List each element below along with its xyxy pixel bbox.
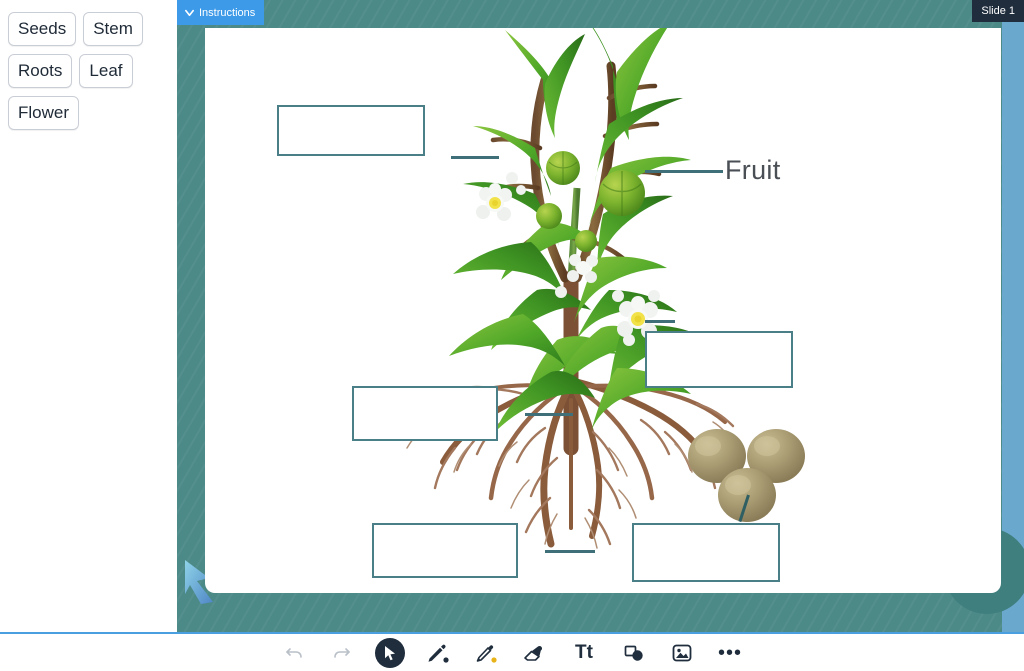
leader-line-bottom-left (545, 550, 595, 553)
leader-line-fruit (645, 170, 723, 173)
slide-stage: Fruit (177, 0, 1024, 632)
word-chip-seeds[interactable]: Seeds (8, 12, 77, 46)
whiteboard-app: Seeds Stem Roots Leaf Flower Fruit Instr… (0, 0, 1024, 671)
word-bank-row: Roots Leaf (8, 54, 169, 88)
shapes-tool[interactable] (619, 638, 649, 668)
pen-icon (428, 644, 449, 663)
slide-canvas[interactable]: Fruit (205, 28, 1001, 593)
label-text-fruit[interactable]: Fruit (725, 155, 781, 186)
label-box-bottom-right[interactable] (632, 523, 780, 582)
redo-icon (334, 647, 350, 658)
drawing-toolbar: Tt ••• (0, 634, 1024, 671)
undo-icon (286, 647, 302, 658)
instructions-tab[interactable]: Instructions (177, 0, 265, 25)
word-bank-row: Flower (8, 96, 169, 130)
leader-line-middle-left (525, 413, 573, 416)
shapes-icon (624, 645, 643, 661)
text-tool-label: Tt (575, 642, 593, 663)
pen-tool[interactable] (423, 638, 453, 668)
word-bank-row: Seeds Stem (8, 12, 169, 46)
more-tools-button[interactable]: ••• (715, 638, 745, 668)
instructions-tab-label: Instructions (199, 6, 256, 19)
word-chip-roots[interactable]: Roots (8, 54, 73, 88)
label-box-middle-left[interactable] (352, 386, 498, 441)
eraser-tool[interactable] (519, 638, 549, 668)
cursor-icon (385, 645, 395, 660)
chevron-down-icon (185, 9, 194, 17)
label-box-top-left[interactable] (277, 105, 425, 156)
slide-number-badge[interactable]: Slide 1 (972, 0, 1024, 22)
leader-line-seed-stalk (738, 494, 750, 523)
text-tool[interactable]: Tt (567, 638, 601, 668)
leader-line-top-left (451, 156, 499, 159)
leader-line-middle-right (645, 320, 675, 323)
select-tool[interactable] (375, 637, 405, 668)
word-chip-flower[interactable]: Flower (8, 96, 80, 130)
word-bank-panel: Seeds Stem Roots Leaf Flower (0, 0, 177, 632)
eraser-icon (524, 645, 543, 661)
ellipsis-icon: ••• (717, 641, 742, 664)
undo-button[interactable] (279, 638, 309, 668)
redo-button[interactable] (327, 638, 357, 668)
image-icon (672, 644, 692, 661)
image-tool[interactable] (667, 638, 697, 668)
word-chip-leaf[interactable]: Leaf (79, 54, 133, 88)
slide-number-label: Slide 1 (981, 5, 1015, 17)
label-box-middle-right[interactable] (645, 331, 793, 388)
word-chip-stem[interactable]: Stem (83, 12, 143, 46)
label-box-bottom-left[interactable] (372, 523, 518, 578)
highlighter-tool[interactable] (471, 638, 501, 668)
highlighter-icon (476, 644, 497, 663)
